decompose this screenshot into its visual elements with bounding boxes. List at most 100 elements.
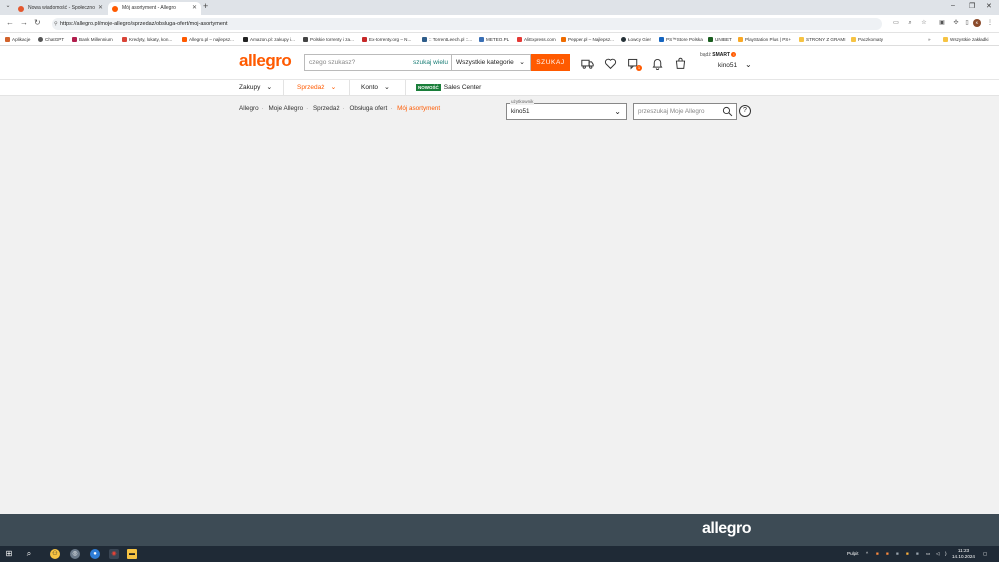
breadcrumb-link[interactable]: Moje Allegro — [268, 105, 303, 112]
forward-icon[interactable]: → — [20, 18, 28, 27]
page-footer: allegro — [0, 514, 999, 546]
ps-plus-icon — [738, 37, 743, 43]
bookmark-item[interactable]: Allegro.pl – najlepsz... — [182, 33, 234, 46]
url-field[interactable]: ⚲ https://allegro.pl/moje-allegro/sprzed… — [52, 18, 882, 30]
smart-promo[interactable]: bądź SMART ! — [700, 52, 737, 58]
tab-search-icon[interactable]: ⌄ — [4, 2, 12, 10]
chevron-down-icon: ⌄ — [519, 59, 525, 66]
search-button[interactable]: SZUKAJ — [531, 54, 570, 71]
bell-icon[interactable] — [651, 57, 664, 71]
folder-icon — [851, 37, 856, 43]
more-bookmarks-button[interactable]: » — [928, 33, 931, 46]
bookmark-item[interactable]: Aplikacje — [5, 33, 30, 46]
taskbar-app-icon[interactable]: ● — [90, 549, 100, 559]
folder-icon — [943, 37, 948, 43]
extensions-puzzle-icon[interactable]: ✣ — [952, 19, 960, 27]
search-icon[interactable] — [722, 106, 733, 117]
system-clock[interactable]: 11:23 14.10.2024 — [952, 548, 975, 560]
windows-start-icon[interactable]: ⊞ — [4, 549, 14, 559]
nav-sales-center[interactable]: NOWOŚĆ Sales Center — [416, 80, 481, 96]
bookmark-item[interactable]: :: TorrentLeech.pl ::... — [422, 33, 472, 46]
allegro-header: allegro czego szukasz? szukaj wielu Wszy… — [0, 46, 999, 80]
search-input[interactable]: czego szukasz? szukaj wielu — [304, 54, 452, 71]
back-icon[interactable]: ← — [6, 18, 14, 27]
chevron-down-icon: ⌄ — [744, 60, 752, 69]
bookmark-item[interactable]: Polskie torrenty i za... — [303, 33, 354, 46]
breadcrumb-link[interactable]: Obsługa ofert — [349, 105, 387, 112]
user-select[interactable]: użytkownik kino51 ⌄ — [506, 99, 627, 120]
desktop-label[interactable]: Pulpit — [847, 546, 859, 562]
taskbar-app-icon[interactable]: ⚇ — [50, 549, 60, 559]
bookmark-item[interactable]: Amazon.pl: zakupy i... — [243, 33, 295, 46]
help-icon[interactable]: ? — [739, 105, 751, 117]
close-tab-icon[interactable]: ✕ — [98, 2, 103, 15]
minimize-icon[interactable]: – — [951, 2, 955, 9]
bookmark-item[interactable]: UNIBET — [708, 33, 732, 46]
notifications-icon[interactable]: ▢ — [983, 546, 987, 562]
bookmark-item[interactable]: Łowcy Gier — [621, 33, 651, 46]
allegro-logo[interactable]: allegro — [239, 51, 292, 71]
bookmark-item[interactable]: AliExpress.com — [517, 33, 556, 46]
delivery-truck-icon[interactable] — [581, 57, 594, 70]
heart-icon[interactable] — [604, 57, 617, 70]
cart-icon[interactable] — [674, 57, 687, 70]
close-tab-icon[interactable]: ✕ — [192, 2, 197, 15]
cast-icon[interactable]: ▭ — [892, 19, 900, 27]
profile-avatar[interactable]: K — [973, 19, 981, 27]
all-bookmarks-folder[interactable]: Wszystkie zakładki — [943, 33, 989, 46]
speaker-icon[interactable]: ◁ — [936, 546, 940, 562]
playstation-icon — [659, 37, 664, 43]
search-multi-link[interactable]: szukaj wielu — [413, 55, 448, 70]
nav-zakupy[interactable]: Zakupy ⌄ — [239, 80, 272, 96]
tab-nowa-wiadomosc[interactable]: Nowa wiadomość - Społeczno ✕ — [14, 2, 107, 15]
chrome-taskbar-icon[interactable]: ◉ — [109, 549, 119, 559]
nav-divider — [349, 80, 350, 96]
folder-icon — [799, 37, 804, 43]
breadcrumb-link[interactable]: Sprzedaż — [313, 105, 340, 112]
bookmark-item[interactable]: Pepper.pl – Najlepsz... — [561, 33, 614, 46]
maximize-icon[interactable]: ❐ — [969, 2, 975, 10]
network-icon[interactable]: ▭ — [926, 546, 930, 562]
tray-app-icon[interactable]: ■ — [876, 546, 879, 562]
bookmark-item[interactable]: PlayStation Plus | PS+ — [738, 33, 791, 46]
tray-app-icon[interactable]: ■ — [896, 546, 899, 562]
bookmark-item[interactable]: Kredyty, lokaty, kon... — [122, 33, 172, 46]
site-info-icon[interactable]: ⚲ — [54, 18, 58, 30]
chevron-down-icon: ⌄ — [266, 84, 273, 91]
breadcrumb-link[interactable]: Allegro — [239, 105, 259, 112]
bookmark-item[interactable]: Ex-torrenty.org – N... — [362, 33, 411, 46]
bookmark-folder[interactable]: Paczkomaty — [851, 33, 883, 46]
tray-app-icon[interactable]: ■ — [916, 546, 919, 562]
bookmark-folder[interactable]: STRONY Z GRAMI — [799, 33, 845, 46]
messages-icon[interactable]: 1 — [627, 57, 642, 71]
tab-moj-asortyment[interactable]: Mój asortyment - Allegro ✕ — [108, 2, 201, 15]
tray-app-icon[interactable]: ■ — [906, 546, 909, 562]
footer-allegro-logo[interactable]: allegro — [702, 520, 751, 538]
volume-icon[interactable]: ) — [945, 546, 947, 562]
side-panel-icon[interactable]: ▯ — [963, 19, 971, 27]
search-placeholder: czego szukasz? — [309, 59, 356, 66]
user-menu[interactable]: kino51 ⌄ — [718, 60, 752, 69]
zoom-icon[interactable]: ⌕ — [906, 19, 914, 27]
bookmark-item[interactable]: PS™Store Polska — [659, 33, 703, 46]
taskbar-app-icon[interactable]: ◎ — [70, 549, 80, 559]
extension-icon[interactable]: ▣ — [938, 19, 946, 27]
reload-icon[interactable]: ↻ — [34, 18, 41, 27]
bookmark-star-icon[interactable]: ☆ — [920, 19, 928, 27]
my-allegro-search-input[interactable]: przeszukaj Moje Allegro — [633, 103, 737, 120]
notification-badge: 1 — [636, 65, 642, 71]
nav-konto[interactable]: Konto ⌄ — [361, 80, 390, 96]
bookmark-item[interactable]: ChatGPT — [38, 33, 64, 46]
category-select[interactable]: Wszystkie kategorie ⌄ — [452, 54, 531, 71]
close-window-icon[interactable]: ✕ — [986, 2, 992, 10]
search-icon[interactable]: ⌕ — [24, 549, 34, 559]
new-tab-button[interactable]: + — [203, 1, 208, 11]
tray-chevron-icon[interactable]: ^ — [866, 546, 868, 562]
browser-menu-icon[interactable]: ⋮ — [986, 19, 994, 27]
bookmark-item[interactable]: Bank Millennium — [72, 33, 113, 46]
file-explorer-icon[interactable]: ▬ — [127, 549, 137, 559]
bookmark-item[interactable]: METEO.PL — [479, 33, 509, 46]
clock-date: 14.10.2024 — [952, 554, 975, 559]
tray-app-icon[interactable]: ■ — [886, 546, 889, 562]
nav-sprzedaz[interactable]: Sprzedaż ⌄ — [297, 80, 336, 96]
